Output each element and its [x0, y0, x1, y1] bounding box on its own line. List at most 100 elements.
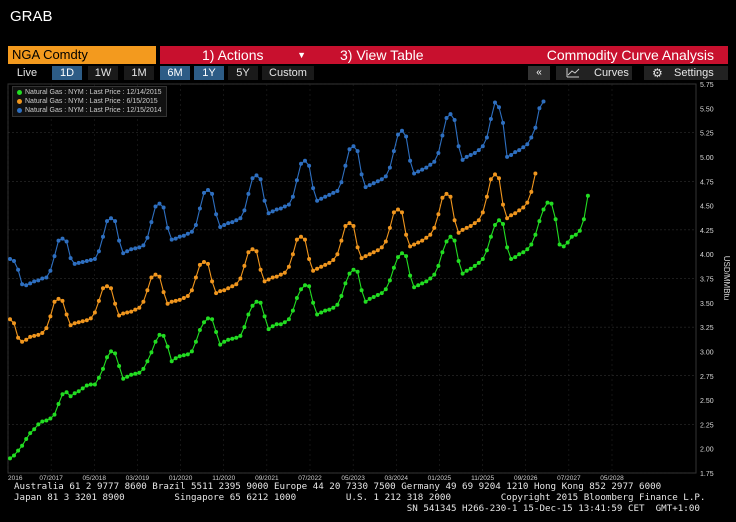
data-point: [157, 274, 162, 279]
data-point: [238, 216, 243, 221]
data-point: [412, 285, 417, 290]
data-point: [577, 228, 582, 233]
data-point: [214, 330, 219, 334]
data-point: [299, 161, 303, 166]
data-point: [88, 258, 93, 262]
data-point: [32, 279, 37, 284]
data-point: [493, 100, 497, 105]
legend-item: Natural Gas : NYM : Last Price : 6/15/20…: [17, 97, 162, 106]
data-point: [274, 322, 279, 327]
data-point: [480, 210, 485, 215]
data-point: [214, 212, 219, 217]
data-point: [274, 207, 279, 212]
data-point: [218, 342, 223, 347]
data-point: [391, 210, 396, 215]
data-point: [185, 294, 190, 298]
data-point: [408, 273, 413, 278]
data-point: [105, 284, 109, 289]
data-point: [347, 271, 352, 276]
data-point: [387, 165, 392, 170]
data-point: [290, 308, 295, 313]
data-point: [80, 319, 85, 324]
data-point: [266, 211, 271, 216]
y-tick-label: 4.50: [700, 204, 714, 211]
data-point: [428, 276, 433, 281]
y-tick-label: 2.00: [700, 447, 714, 454]
data-point: [335, 302, 340, 307]
data-point: [355, 269, 360, 274]
data-point: [169, 237, 174, 242]
data-point: [24, 437, 29, 441]
data-point: [367, 252, 372, 257]
data-point: [197, 262, 202, 267]
data-point: [202, 320, 206, 325]
data-point: [129, 372, 134, 377]
data-point: [286, 202, 291, 207]
data-point: [347, 221, 352, 226]
data-point: [193, 275, 198, 280]
data-point: [189, 229, 194, 234]
data-point: [60, 392, 65, 397]
data-point: [327, 192, 332, 197]
data-point: [513, 150, 518, 155]
y-tick-label: 2.75: [700, 374, 714, 381]
data-point: [20, 282, 25, 287]
data-point: [197, 328, 202, 332]
data-point: [444, 191, 449, 196]
data-point: [250, 176, 255, 181]
data-point: [206, 188, 210, 192]
data-point: [92, 310, 97, 315]
data-point: [278, 206, 283, 211]
data-point: [262, 314, 267, 319]
data-point: [537, 106, 542, 111]
data-point: [460, 157, 465, 162]
data-point: [210, 317, 215, 322]
data-point: [371, 250, 376, 255]
data-point: [436, 212, 441, 217]
data-point: [505, 216, 510, 221]
data-point: [513, 255, 518, 260]
data-point: [351, 267, 356, 272]
legend-label: Natural Gas : NYM : Last Price : 6/15/20…: [25, 98, 158, 105]
data-point: [234, 218, 239, 223]
data-point: [509, 257, 514, 261]
data-point: [533, 171, 538, 176]
data-point: [416, 240, 421, 245]
data-point: [282, 270, 287, 275]
data-point: [307, 163, 312, 168]
data-point: [113, 351, 118, 356]
data-point: [460, 227, 465, 232]
data-point: [28, 334, 33, 339]
data-point: [497, 176, 501, 181]
data-point: [521, 250, 526, 255]
data-point: [396, 255, 400, 260]
data-point: [157, 332, 162, 337]
legend-label: Natural Gas : NYM : Last Price : 12/15/2…: [25, 107, 162, 114]
data-point: [189, 288, 194, 293]
data-point: [169, 299, 174, 304]
data-point: [222, 339, 227, 344]
data-point: [311, 300, 316, 305]
data-point: [238, 276, 243, 281]
data-point: [60, 236, 65, 241]
data-point: [323, 308, 328, 313]
data-point: [92, 382, 97, 387]
data-point: [117, 364, 122, 368]
data-point: [585, 193, 590, 198]
data-point: [222, 288, 227, 293]
data-point: [44, 275, 49, 280]
data-point: [193, 339, 198, 344]
data-point: [20, 443, 25, 448]
data-point: [20, 339, 25, 344]
data-point: [40, 331, 45, 335]
data-point: [383, 287, 388, 292]
y-tick-label: 5.75: [700, 82, 714, 89]
data-point: [319, 310, 324, 315]
data-point: [36, 278, 41, 283]
legend-item: Natural Gas : NYM : Last Price : 12/14/2…: [17, 88, 162, 97]
data-point: [420, 281, 425, 286]
data-point: [181, 353, 186, 358]
data-point: [121, 311, 126, 316]
data-point: [561, 244, 566, 249]
data-point: [96, 298, 101, 303]
